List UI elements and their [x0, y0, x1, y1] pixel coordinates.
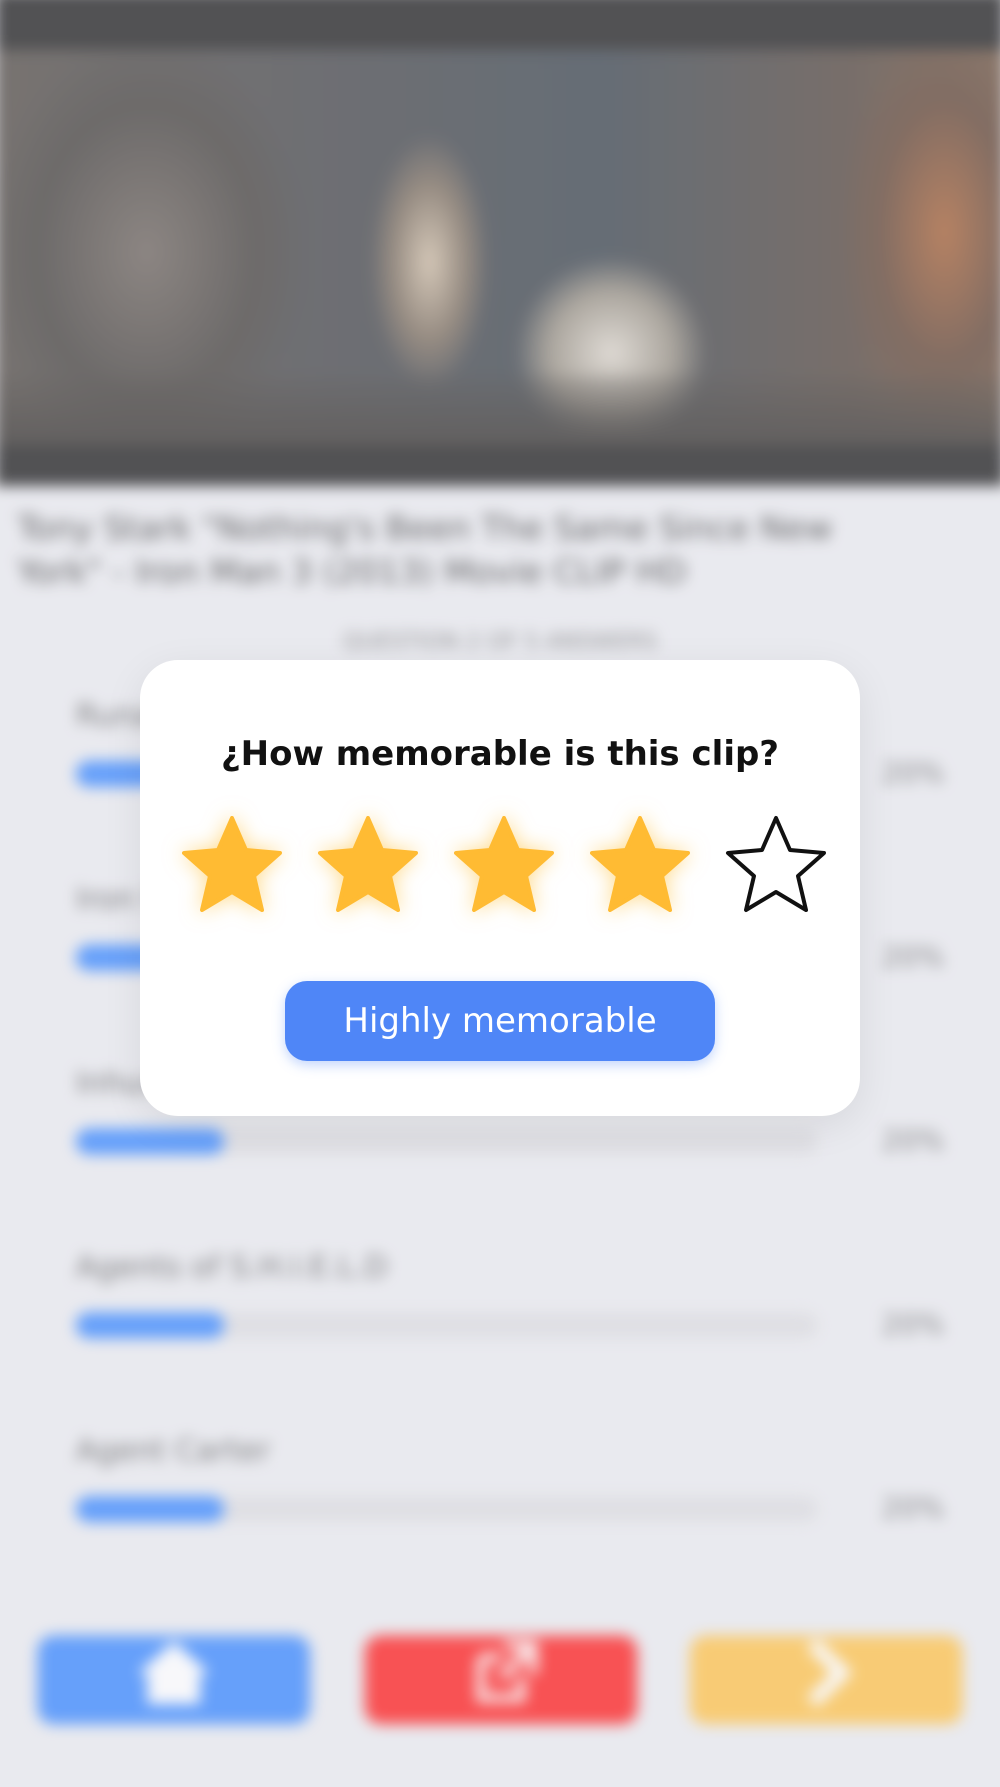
star-filled-icon[interactable] [176, 810, 288, 922]
star-filled-icon[interactable] [584, 810, 696, 922]
rating-dialog: ¿How memorable is this clip? Highly memo… [140, 660, 860, 1116]
star-rating [176, 810, 836, 930]
rating-label-button[interactable]: Highly memorable [285, 981, 715, 1061]
rating-question: ¿How memorable is this clip? [220, 734, 780, 774]
star-empty-icon[interactable] [720, 810, 832, 922]
star-filled-icon[interactable] [448, 810, 560, 922]
star-filled-icon[interactable] [312, 810, 424, 922]
